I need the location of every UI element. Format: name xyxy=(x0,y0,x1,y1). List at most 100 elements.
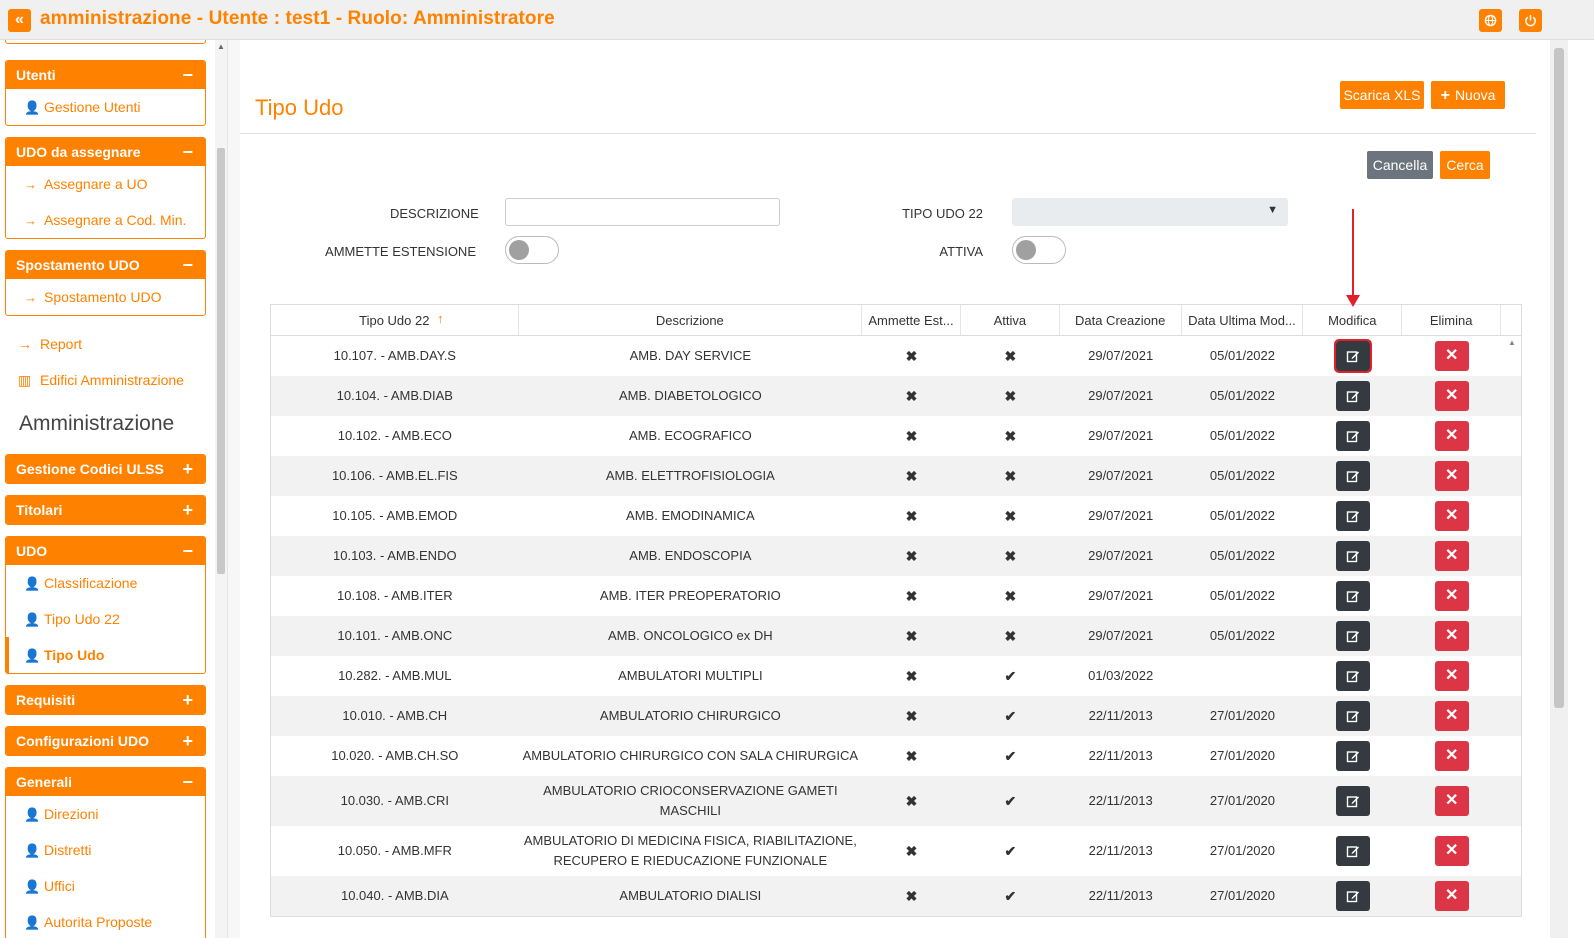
power-icon[interactable] xyxy=(1519,9,1542,32)
delete-button[interactable]: ✕ xyxy=(1434,741,1469,771)
delete-button[interactable]: ✕ xyxy=(1434,701,1469,731)
edit-button[interactable] xyxy=(1335,881,1370,911)
ammette-estensione-toggle[interactable] xyxy=(505,236,559,264)
scrollbar-thumb[interactable] xyxy=(1554,48,1564,708)
cell-elimina: ✕ xyxy=(1402,876,1501,916)
sidebar-item-assegnare-uo[interactable]: → Assegnare a UO xyxy=(6,166,205,202)
sidebar-group-header[interactable]: Configurazioni UDO + xyxy=(6,727,205,755)
cell-elimina: ✕ xyxy=(1402,616,1501,656)
cell-attiva: ✖ xyxy=(1004,388,1017,404)
column-header-data-creazione[interactable]: Data Creazione xyxy=(1060,305,1182,335)
collapse-icon[interactable]: − xyxy=(182,251,193,279)
delete-button[interactable]: ✕ xyxy=(1434,341,1469,371)
sidebar-group-header[interactable]: Utenti − xyxy=(6,61,205,89)
sidebar-item-spostamento-udo[interactable]: → Spostamento UDO xyxy=(6,279,205,315)
delete-button[interactable]: ✕ xyxy=(1434,836,1469,866)
sidebar-item-distretti[interactable]: 👤 Distretti xyxy=(6,832,205,868)
collapse-sidebar-icon[interactable]: « xyxy=(8,9,31,32)
column-header-ammette[interactable]: Ammette Est... xyxy=(862,305,961,335)
sidebar-item-direzioni[interactable]: 👤 Direzioni xyxy=(6,796,205,832)
expand-icon[interactable]: + xyxy=(182,455,193,483)
column-header-tipo-udo-22[interactable]: Tipo Udo 22 ↑ xyxy=(271,305,519,335)
content-card: Tipo Udo Scarica XLS + Nuova Cancella Cer… xyxy=(240,40,1550,938)
edit-button[interactable] xyxy=(1335,541,1370,571)
table-row: 10.030. - AMB.CRI AMBULATORIO CRIOCONSERV… xyxy=(271,776,1521,826)
sidebar-group-header[interactable]: UDO da assegnare − xyxy=(6,138,205,166)
scrollbar-thumb[interactable] xyxy=(217,148,225,574)
edit-button[interactable] xyxy=(1335,741,1370,771)
sidebar-item-label: Distretti xyxy=(44,842,92,858)
column-header-attiva[interactable]: Attiva xyxy=(961,305,1060,335)
edit-button[interactable] xyxy=(1335,621,1370,651)
collapse-icon[interactable]: − xyxy=(182,61,193,89)
descrizione-input[interactable] xyxy=(505,198,780,226)
expand-icon[interactable]: + xyxy=(182,727,193,755)
sidebar-item-uffici[interactable]: 👤 Uffici xyxy=(6,868,205,904)
edit-button[interactable] xyxy=(1335,461,1370,491)
sidebar-group-header[interactable]: Spostamento UDO − xyxy=(6,251,205,279)
sidebar-link-report[interactable]: → Report xyxy=(18,336,82,352)
delete-button[interactable]: ✕ xyxy=(1434,881,1469,911)
delete-button[interactable]: ✕ xyxy=(1434,381,1469,411)
sidebar-scrollbar[interactable]: ▲ xyxy=(215,40,227,938)
edit-button[interactable] xyxy=(1333,339,1372,373)
cell-tipo-udo-22: 10.103. - AMB.ENDO xyxy=(333,548,457,563)
scroll-up-icon[interactable]: ▲ xyxy=(1508,338,1516,347)
new-button[interactable]: + Nuova xyxy=(1431,81,1505,109)
sidebar-item-gestione-utenti[interactable]: 👤 Gestione Utenti xyxy=(6,89,205,125)
sidebar-link-edifici[interactable]: ▥ Edifici Amministrazione xyxy=(18,372,184,389)
close-icon: ✕ xyxy=(1444,707,1459,724)
delete-button[interactable]: ✕ xyxy=(1434,581,1469,611)
search-button[interactable]: Cerca xyxy=(1440,151,1490,179)
edit-button[interactable] xyxy=(1335,701,1370,731)
collapse-icon[interactable]: − xyxy=(182,768,193,796)
sidebar-group-header[interactable]: Titolari + xyxy=(6,496,205,524)
cell-modifica xyxy=(1303,876,1402,916)
cancel-button[interactable]: Cancella xyxy=(1367,151,1433,179)
sort-ascending-icon[interactable]: ↑ xyxy=(437,305,444,334)
download-xls-button[interactable]: Scarica XLS xyxy=(1340,81,1424,109)
delete-button[interactable]: ✕ xyxy=(1434,661,1469,691)
cell-modifica xyxy=(1303,826,1402,876)
column-header-data-ultima-mod[interactable]: Data Ultima Mod... xyxy=(1182,305,1304,335)
group-title: Spostamento UDO xyxy=(16,257,140,273)
sidebar-group-header[interactable]: Requisiti + xyxy=(6,686,205,714)
expand-icon[interactable]: + xyxy=(182,686,193,714)
collapse-icon[interactable]: − xyxy=(182,138,193,166)
table-row: 10.103. - AMB.ENDO AMB. ENDOSCOPIA ✖ ✖ 29/07… xyxy=(271,536,1521,576)
table-scrollbar[interactable]: ▲ xyxy=(1503,336,1521,936)
delete-button[interactable]: ✕ xyxy=(1434,786,1469,816)
delete-button[interactable]: ✕ xyxy=(1434,421,1469,451)
tipo-udo-22-select[interactable]: ▼ xyxy=(1012,198,1288,226)
edit-button[interactable] xyxy=(1335,381,1370,411)
edit-button[interactable] xyxy=(1335,501,1370,531)
sidebar-group-header[interactable]: UDO − xyxy=(6,537,205,565)
sidebar-item-tipo-udo[interactable]: 👤 Tipo Udo xyxy=(6,637,205,673)
attiva-toggle[interactable] xyxy=(1012,236,1066,264)
edit-button[interactable] xyxy=(1335,581,1370,611)
globe-icon[interactable] xyxy=(1479,9,1502,32)
edit-button[interactable] xyxy=(1335,421,1370,451)
group-title: Configurazioni UDO xyxy=(16,733,149,749)
arrow-right-icon: → xyxy=(24,213,37,228)
sidebar-item-classificazione[interactable]: 👤 Classificazione xyxy=(6,565,205,601)
edit-button[interactable] xyxy=(1335,661,1370,691)
collapse-icon[interactable]: − xyxy=(182,537,193,565)
cell-data-ultima-modifica: 05/01/2022 xyxy=(1209,588,1275,603)
sidebar-item-autorita-proposte[interactable]: 👤 Autorita Proposte xyxy=(6,904,205,938)
edit-button[interactable] xyxy=(1335,786,1370,816)
column-header-descrizione[interactable]: Descrizione xyxy=(519,305,863,335)
delete-button[interactable]: ✕ xyxy=(1434,461,1469,491)
expand-icon[interactable]: + xyxy=(182,496,193,524)
scroll-up-icon[interactable]: ▲ xyxy=(217,42,225,51)
delete-button[interactable]: ✕ xyxy=(1434,541,1469,571)
sidebar-group-header[interactable]: Generali − xyxy=(6,768,205,796)
sidebar-item-tipo-udo-22[interactable]: 👤 Tipo Udo 22 xyxy=(6,601,205,637)
cell-attiva: ✔ xyxy=(1004,843,1017,859)
sidebar-item-assegnare-cod-min[interactable]: → Assegnare a Cod. Min. xyxy=(6,202,205,238)
delete-button[interactable]: ✕ xyxy=(1434,501,1469,531)
delete-button[interactable]: ✕ xyxy=(1434,621,1469,651)
page-scrollbar[interactable] xyxy=(1550,40,1568,938)
edit-button[interactable] xyxy=(1335,836,1370,866)
sidebar-group-header[interactable]: Gestione Codici ULSS + xyxy=(6,455,205,483)
